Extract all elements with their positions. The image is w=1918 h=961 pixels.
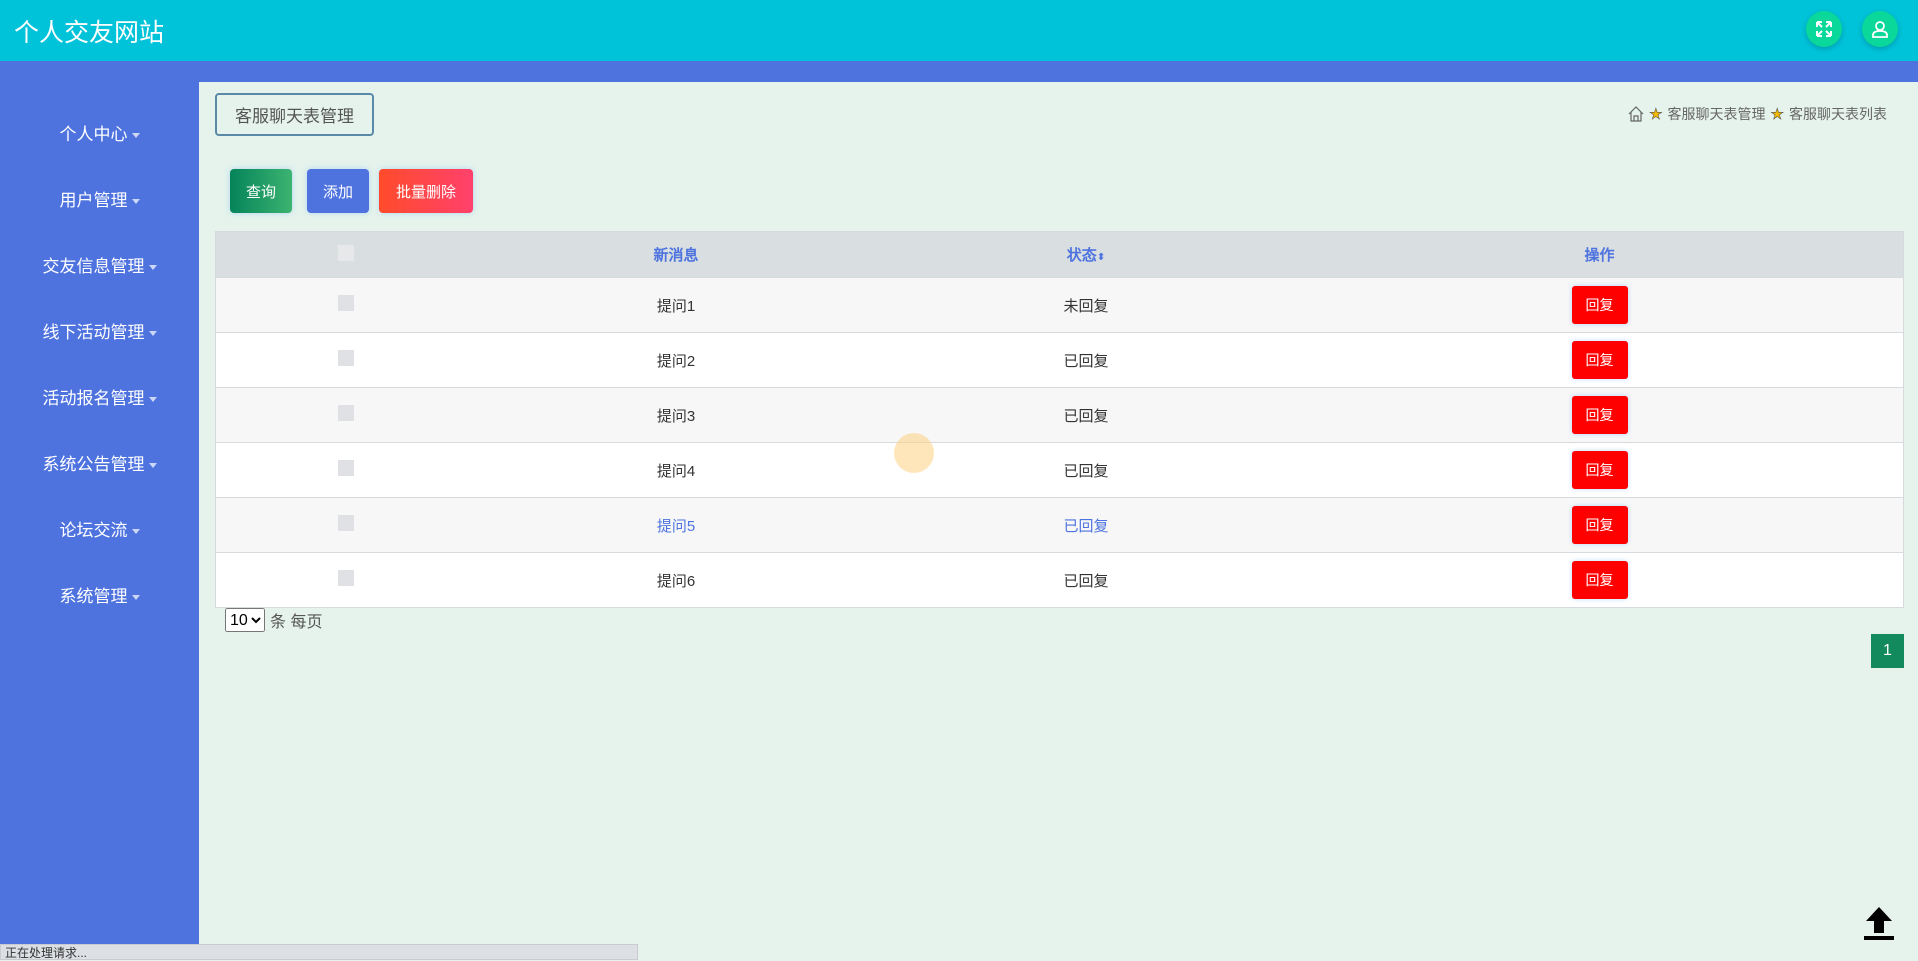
cell-message: 提问1 — [656, 297, 696, 315]
breadcrumb: ★ 客服聊天表管理 ★ 客服聊天表列表 — [1628, 104, 1887, 124]
row-checkbox[interactable] — [338, 295, 354, 311]
sidebar-item-label: 用户管理 — [59, 191, 128, 210]
sidebar-item-label: 论坛交流 — [59, 521, 128, 540]
reply-button[interactable]: 回复 — [1571, 286, 1628, 324]
sidebar-item-label: 交友信息管理 — [42, 257, 145, 276]
breadcrumb-item: 客服聊天表列表 — [1789, 106, 1887, 122]
sidebar: 个人中心 用户管理 交友信息管理 线下活动管理 活动报名管理 系统公告管理 论坛… — [0, 82, 199, 944]
site-title: 个人交友网站 — [14, 19, 165, 47]
row-checkbox[interactable] — [338, 405, 354, 421]
caret-down-icon — [131, 199, 140, 205]
sidebar-item-system[interactable]: 系统管理 — [0, 582, 199, 607]
column-status[interactable]: 状态⬍ — [876, 244, 1296, 265]
caret-down-icon — [131, 133, 140, 139]
cell-status: 已回复 — [1063, 352, 1109, 370]
star-icon: ★ — [1649, 106, 1663, 124]
browser-status-bar: 正在处理请求... — [0, 944, 638, 960]
page-size-control: 10 条 每页 — [225, 608, 322, 632]
sidebar-item-offline-activities[interactable]: 线下活动管理 — [0, 318, 199, 343]
header-strip — [0, 61, 1918, 82]
sidebar-item-label: 线下活动管理 — [42, 323, 145, 342]
reply-button[interactable]: 回复 — [1571, 341, 1628, 379]
page-size-select[interactable]: 10 — [225, 608, 265, 632]
star-icon: ★ — [1770, 106, 1784, 124]
sidebar-item-dating-info[interactable]: 交友信息管理 — [0, 252, 199, 277]
cell-status: 已回复 — [1063, 407, 1109, 425]
add-button[interactable]: 添加 — [307, 169, 369, 213]
row-checkbox[interactable] — [338, 460, 354, 476]
sidebar-item-label: 系统公告管理 — [42, 455, 145, 474]
table-row: 提问4 已回复 回复 — [216, 442, 1903, 497]
caret-down-icon — [148, 331, 157, 337]
back-to-top-icon[interactable] — [1860, 903, 1898, 943]
breadcrumb-item[interactable]: 客服聊天表管理 — [1668, 104, 1766, 124]
page-title: 客服聊天表管理 — [215, 93, 374, 136]
page-button-current[interactable]: 1 — [1871, 634, 1904, 668]
cell-message: 提问6 — [656, 572, 696, 590]
sidebar-item-users[interactable]: 用户管理 — [0, 186, 199, 211]
caret-down-icon — [148, 463, 157, 469]
table-row: 提问6 已回复 回复 — [216, 552, 1903, 607]
caret-down-icon — [148, 265, 157, 271]
sort-icon[interactable]: ⬍ — [1097, 252, 1105, 263]
user-button[interactable] — [1862, 11, 1898, 47]
sidebar-item-activity-signup[interactable]: 活动报名管理 — [0, 384, 199, 409]
per-page-label: 条 每页 — [270, 614, 323, 631]
column-message: 新消息 — [653, 247, 699, 264]
reply-button[interactable]: 回复 — [1571, 561, 1628, 599]
table-row: 提问1 未回复 回复 — [216, 277, 1903, 332]
cell-message: 提问3 — [656, 407, 696, 425]
caret-down-icon — [148, 397, 157, 403]
cell-message: 提问5 — [656, 517, 696, 535]
cell-status: 已回复 — [1063, 462, 1109, 480]
table-row: 提问5 已回复 回复 — [216, 497, 1903, 552]
sidebar-item-forum[interactable]: 论坛交流 — [0, 516, 199, 541]
table-header: 新消息 状态⬍ 操作 — [216, 232, 1903, 277]
cell-status: 已回复 — [1063, 572, 1109, 590]
chat-table: 新消息 状态⬍ 操作 提问1 未回复 回复 提问2 已回复 回复 提问3 已回复… — [215, 231, 1904, 608]
query-button[interactable]: 查询 — [230, 169, 292, 213]
home-icon[interactable] — [1628, 106, 1644, 122]
row-checkbox[interactable] — [338, 570, 354, 586]
sidebar-item-label: 个人中心 — [59, 125, 128, 144]
reply-button[interactable]: 回复 — [1571, 506, 1628, 544]
cell-message: 提问4 — [656, 462, 696, 480]
select-all-checkbox[interactable] — [338, 244, 354, 261]
caret-down-icon — [131, 595, 140, 601]
cell-status: 未回复 — [1063, 297, 1109, 315]
cell-message: 提问2 — [656, 352, 696, 370]
fullscreen-button[interactable] — [1806, 11, 1842, 47]
sidebar-item-label: 活动报名管理 — [42, 389, 145, 408]
top-header: 个人交友网站 — [0, 0, 1918, 61]
sidebar-item-announcements[interactable]: 系统公告管理 — [0, 450, 199, 475]
table-row: 提问3 已回复 回复 — [216, 387, 1903, 442]
batch-delete-button[interactable]: 批量删除 — [379, 169, 473, 213]
sidebar-item-personal-center[interactable]: 个人中心 — [0, 120, 199, 145]
caret-down-icon — [131, 529, 140, 535]
user-icon — [1872, 21, 1888, 38]
sidebar-item-label: 系统管理 — [59, 587, 128, 606]
column-actions: 操作 — [1584, 247, 1615, 264]
column-status-label: 状态 — [1066, 247, 1097, 264]
row-checkbox[interactable] — [338, 515, 354, 531]
row-checkbox[interactable] — [338, 350, 354, 366]
cursor-highlight — [894, 433, 934, 473]
cell-status: 已回复 — [1063, 517, 1109, 535]
reply-button[interactable]: 回复 — [1571, 451, 1628, 489]
expand-icon — [1816, 21, 1832, 37]
reply-button[interactable]: 回复 — [1571, 396, 1628, 434]
table-row: 提问2 已回复 回复 — [216, 332, 1903, 387]
